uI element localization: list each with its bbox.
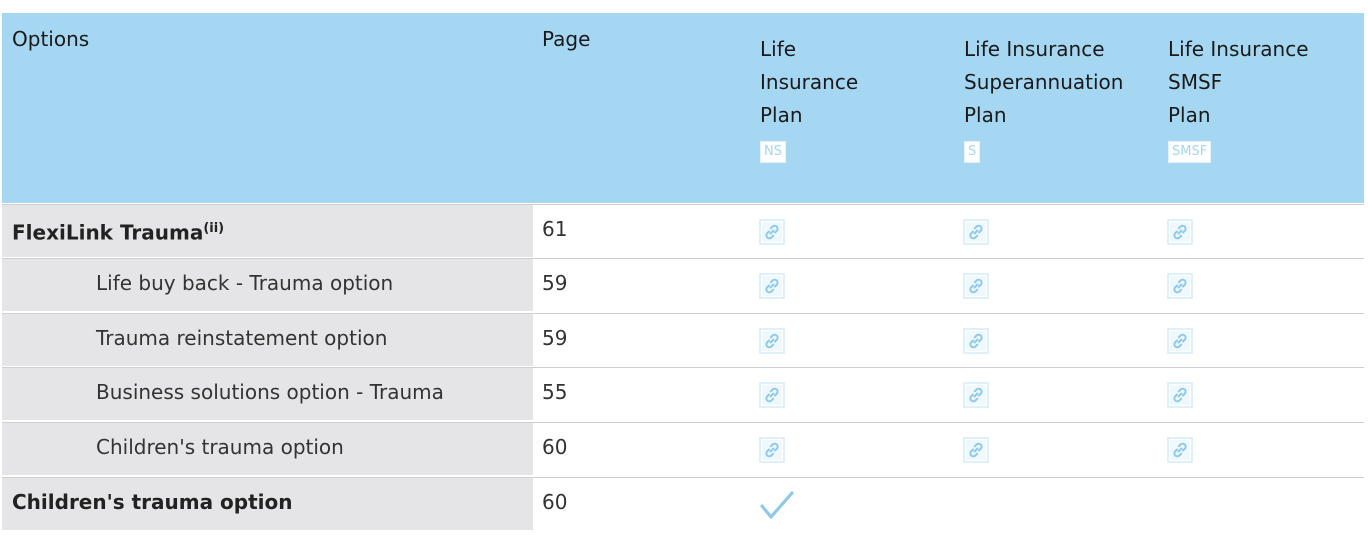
page-number: 60 — [542, 435, 568, 459]
header-line: Plan — [760, 103, 803, 127]
header-superannuation-plan: Life Insurance Superannuation Plan S — [964, 33, 1123, 165]
table-row: Trauma reinstatement option 59 — [2, 313, 1364, 366]
ns-badge: NS — [760, 141, 786, 163]
option-label: Business solutions option - Trauma — [96, 380, 444, 404]
link-icon — [963, 328, 989, 354]
link-icon — [759, 437, 785, 463]
page-number: 59 — [542, 326, 568, 350]
option-label: Children's trauma option — [12, 490, 293, 514]
header-line: Superannuation — [964, 70, 1124, 94]
header-line: Plan — [964, 103, 1007, 127]
option-cell: Life buy back - Trauma option — [2, 259, 533, 311]
footnote-marker: (ii) — [203, 221, 225, 236]
option-cell: Children's trauma option — [2, 423, 533, 475]
page-number: 59 — [542, 271, 568, 295]
table-row: Business solutions option - Trauma 55 — [2, 367, 1364, 420]
option-cell: Children's trauma option — [2, 478, 533, 530]
link-icon — [759, 219, 785, 245]
link-icon — [963, 437, 989, 463]
link-icon — [1167, 382, 1193, 408]
link-icon — [759, 273, 785, 299]
header-line: SMSF — [1168, 70, 1223, 94]
link-icon — [1167, 437, 1193, 463]
comparison-table: Options Page Life Insurance Plan NS Life… — [0, 0, 1368, 537]
header-line: Life Insurance — [964, 37, 1105, 61]
link-icon — [963, 273, 989, 299]
table-row: Children's trauma option 60 — [2, 477, 1364, 530]
table-row: FlexiLink Trauma(ii) 61 — [2, 204, 1364, 257]
smsf-badge: SMSF — [1168, 141, 1212, 163]
header-page: Page — [542, 27, 591, 51]
header-options: Options — [12, 27, 90, 51]
checkmark-icon — [757, 484, 797, 524]
link-icon — [759, 328, 785, 354]
link-icon — [963, 382, 989, 408]
link-icon — [1167, 219, 1193, 245]
option-cell: FlexiLink Trauma(ii) — [2, 205, 533, 257]
option-cell: Business solutions option - Trauma — [2, 368, 533, 420]
table-row: Children's trauma option 60 — [2, 422, 1364, 475]
option-label: FlexiLink Trauma(ii) — [12, 220, 225, 245]
header-line: Insurance — [760, 70, 859, 94]
header-line: Life Insurance — [1168, 37, 1309, 61]
header-line: Plan — [1168, 103, 1211, 127]
header-line: Life — [760, 37, 797, 61]
header-life-insurance-plan: Life Insurance Plan NS — [760, 33, 858, 165]
page-number: 60 — [542, 490, 568, 514]
table-header: Options Page Life Insurance Plan NS Life… — [2, 13, 1364, 203]
link-icon — [963, 219, 989, 245]
link-icon — [1167, 273, 1193, 299]
option-label: Life buy back - Trauma option — [96, 271, 394, 295]
option-cell: Trauma reinstatement option — [2, 314, 533, 366]
option-label: Children's trauma option — [96, 435, 344, 459]
page-number: 61 — [542, 217, 568, 241]
option-label: Trauma reinstatement option — [96, 326, 388, 350]
page-number: 55 — [542, 380, 568, 404]
link-icon — [1167, 328, 1193, 354]
link-icon — [759, 382, 785, 408]
s-badge: S — [964, 141, 981, 163]
header-smsf-plan: Life Insurance SMSF Plan SMSF — [1168, 33, 1309, 165]
table-row: Life buy back - Trauma option 59 — [2, 258, 1364, 311]
